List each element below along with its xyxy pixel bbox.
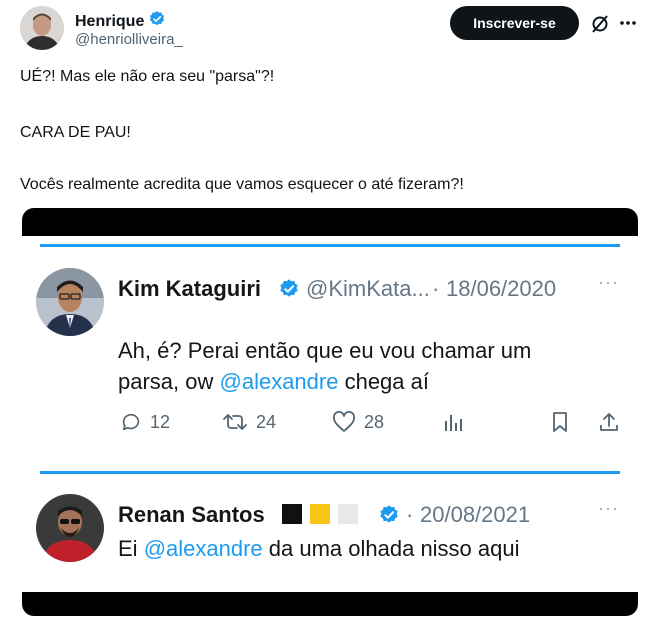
author-handle[interactable]: @henriolliveira_: [75, 31, 183, 48]
tweet-text-line: Vocês realmente acredita que vamos esque…: [20, 176, 464, 193]
reply-icon: [120, 411, 142, 433]
bookmark-action: [550, 411, 570, 433]
screenshot-canvas: Kim Kataguiri @KimKata... · 18/06/2020 ·…: [22, 236, 638, 592]
verified-badge-icon: [378, 504, 400, 531]
verified-badge-icon: [278, 278, 300, 305]
mention-alexandre: @alexandre: [219, 369, 339, 394]
kim-tweet-text-line: Ah, é? Perai então que eu vou chamar um: [118, 338, 532, 363]
subscribe-button[interactable]: Inscrever-se: [450, 6, 579, 40]
reply-count: 12: [150, 411, 171, 432]
analytics-action: [442, 411, 464, 433]
heart-icon: [332, 411, 356, 433]
tweet-text-line: UÉ?! Mas ele não era seu "parsa"?!: [20, 68, 275, 85]
thread-divider: [40, 244, 620, 247]
kim-display-name: Kim Kataguiri: [118, 276, 262, 301]
more-options-icon: ···: [598, 498, 619, 518]
tweet-text-line: CARA DE PAU!: [20, 124, 131, 141]
kim-handle: @KimKata...: [306, 276, 430, 301]
separator-dot: ·: [406, 502, 414, 527]
like-action: 28: [332, 411, 384, 433]
grok-icon[interactable]: [590, 14, 610, 34]
kim-tweet-text-line: parsa, ow @alexandre chega aí: [118, 367, 429, 396]
author-display-name[interactable]: Henrique: [75, 13, 144, 31]
tweet-header: Henrique @henriolliveira_ Inscrever-se: [20, 6, 640, 54]
text-segment: parsa, ow: [118, 369, 220, 394]
author-avatar[interactable]: [20, 6, 64, 50]
bookmark-icon: [550, 411, 570, 433]
share-action: [598, 411, 620, 433]
renan-avatar: [36, 494, 104, 562]
separator-dot: ·: [432, 276, 440, 301]
more-options-icon[interactable]: [618, 12, 638, 32]
black-square-icon: [282, 504, 302, 524]
renan-display-name: Renan Santos: [118, 502, 265, 527]
mention-alexandre: @alexandre: [143, 536, 263, 561]
verified-badge-icon: [148, 10, 166, 33]
retweet-action: 24: [222, 411, 276, 433]
text-segment: da uma olhada nisso aqui: [262, 536, 520, 561]
text-segment: chega aí: [338, 369, 429, 394]
kim-tweet-date: 18/06/2020: [446, 276, 557, 301]
yellow-square-icon: [310, 504, 330, 524]
reply-action: 12: [120, 411, 170, 433]
white-square-icon: [338, 504, 358, 524]
share-icon: [598, 411, 620, 433]
renan-tweet-date: 20/08/2021: [420, 502, 531, 527]
text-segment: Ei: [118, 536, 144, 561]
thread-divider: [40, 471, 620, 474]
tweet-media-image[interactable]: Kim Kataguiri @KimKata... · 18/06/2020 ·…: [22, 208, 638, 616]
more-options-icon: ···: [598, 272, 619, 292]
renan-tweet-text: Ei @alexandre da uma olhada nisso aqui: [118, 534, 520, 563]
name-emoji-squares: [282, 504, 358, 524]
retweet-icon: [222, 411, 248, 433]
like-count: 28: [364, 411, 385, 432]
kim-avatar: [36, 268, 104, 336]
analytics-icon: [442, 411, 464, 433]
retweet-count: 24: [256, 411, 277, 432]
